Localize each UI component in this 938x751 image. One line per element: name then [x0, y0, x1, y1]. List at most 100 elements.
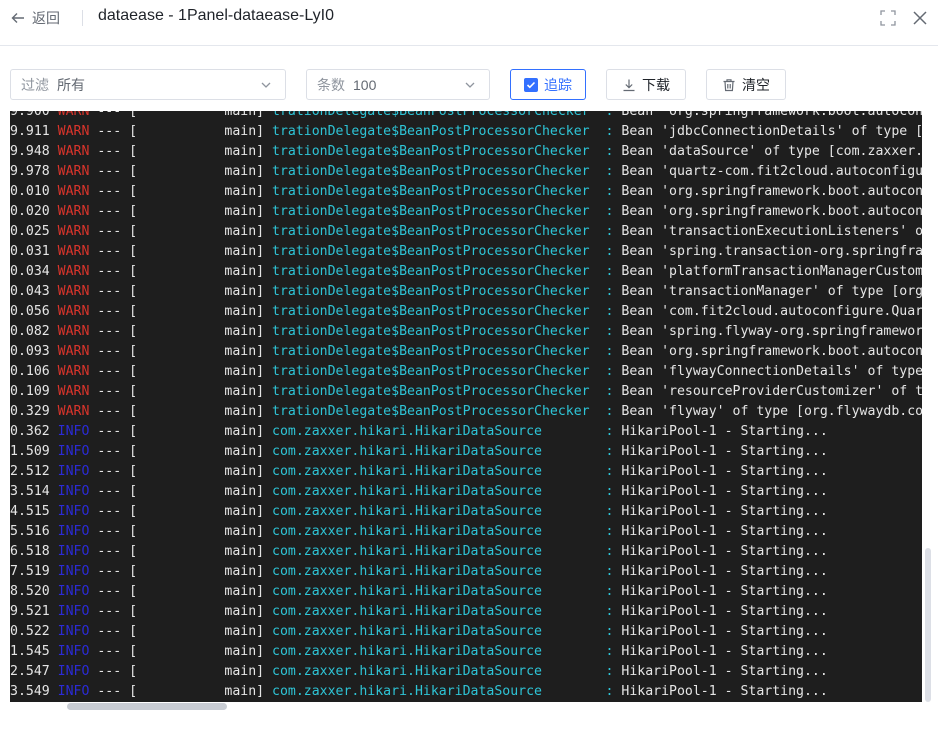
log-level: WARN	[49, 184, 90, 199]
log-thread: main]	[137, 644, 273, 659]
log-message: HikariPool-1 - Starting...	[621, 544, 828, 559]
log-level: INFO	[49, 504, 90, 519]
log-level: INFO	[49, 684, 90, 699]
log-time: 0.043	[10, 284, 50, 299]
log-line: 7.519 INFO --- [ main] com.zaxxer.hikari…	[10, 562, 922, 582]
log-message: Bean 'platformTransactionManagerCustomiz…	[621, 264, 922, 279]
log-line: 0.329 WARN --- [ main] trationDelegate$B…	[10, 402, 922, 422]
log-message: Bean 'transactionExecutionListeners' of …	[621, 224, 922, 239]
log-time: 5.516	[10, 524, 50, 539]
log-separator: --- [	[89, 344, 138, 359]
log-separator: --- [	[89, 424, 138, 439]
log-time: 6.518	[10, 544, 50, 559]
log-viewer[interactable]: 9.900 WARN --- [ main] trationDelegate$B…	[10, 111, 922, 702]
log-time: 4.515	[10, 504, 50, 519]
log-thread: main]	[137, 264, 273, 279]
log-line: 8.520 INFO --- [ main] com.zaxxer.hikari…	[10, 582, 922, 602]
log-message: HikariPool-1 - Starting...	[621, 524, 828, 539]
log-separator: --- [	[89, 124, 138, 139]
log-thread: main]	[137, 304, 273, 319]
chevron-down-icon	[465, 82, 475, 88]
log-logger: com.zaxxer.hikari.HikariDataSource :	[272, 524, 622, 539]
log-thread: main]	[137, 564, 273, 579]
close-icon[interactable]	[911, 9, 929, 27]
fullscreen-icon[interactable]	[880, 10, 896, 26]
log-thread: main]	[137, 444, 273, 459]
log-thread: main]	[137, 384, 273, 399]
log-separator: --- [	[89, 404, 138, 419]
log-line: 0.025 WARN --- [ main] trationDelegate$B…	[10, 222, 922, 242]
log-separator: --- [	[89, 204, 138, 219]
log-logger: com.zaxxer.hikari.HikariDataSource :	[272, 604, 622, 619]
log-level: INFO	[49, 644, 90, 659]
log-message: HikariPool-1 - Starting...	[621, 584, 828, 599]
log-thread: main]	[137, 244, 273, 259]
log-time: 1.509	[10, 444, 50, 459]
log-message: Bean 'spring.transaction-org.springframe…	[621, 244, 922, 259]
log-separator: --- [	[89, 484, 138, 499]
log-level: WARN	[49, 111, 90, 119]
log-logger: com.zaxxer.hikari.HikariDataSource :	[272, 664, 622, 679]
clear-button[interactable]: 清空	[706, 69, 786, 100]
log-level: INFO	[49, 524, 90, 539]
log-line: 0.034 WARN --- [ main] trationDelegate$B…	[10, 262, 922, 282]
log-thread: main]	[137, 324, 273, 339]
filter-value: 所有	[57, 76, 85, 93]
log-logger: com.zaxxer.hikari.HikariDataSource :	[272, 584, 622, 599]
log-logger: com.zaxxer.hikari.HikariDataSource :	[272, 464, 622, 479]
follow-checkbox-button[interactable]: 追踪	[510, 69, 586, 100]
count-prefix-label: 条数	[317, 76, 345, 93]
horizontal-scrollbar[interactable]	[67, 703, 227, 710]
log-message: Bean 'org.springframework.boot.autoconfi…	[621, 344, 922, 359]
log-level: INFO	[49, 664, 90, 679]
log-message: HikariPool-1 - Starting...	[621, 484, 828, 499]
log-separator: --- [	[89, 664, 138, 679]
log-level: WARN	[49, 324, 90, 339]
log-separator: --- [	[89, 684, 138, 699]
log-separator: --- [	[89, 111, 138, 119]
log-separator: --- [	[89, 624, 138, 639]
log-line: 0.109 WARN --- [ main] trationDelegate$B…	[10, 382, 922, 402]
log-logger: com.zaxxer.hikari.HikariDataSource :	[272, 504, 622, 519]
log-separator: --- [	[89, 244, 138, 259]
arrow-left-icon	[11, 13, 24, 23]
log-line: 9.948 WARN --- [ main] trationDelegate$B…	[10, 142, 922, 162]
log-message: Bean 'com.fit2cloud.autoconfigure.Quartz…	[621, 304, 922, 319]
log-logger: com.zaxxer.hikari.HikariDataSource :	[272, 684, 622, 699]
log-time: 8.520	[10, 584, 50, 599]
log-time: 0.020	[10, 204, 50, 219]
log-time: 2.512	[10, 464, 50, 479]
log-message: HikariPool-1 - Starting...	[621, 564, 828, 579]
log-time: 0.106	[10, 364, 50, 379]
log-logger: trationDelegate$BeanPostProcessorChecker…	[272, 124, 622, 139]
log-logger: com.zaxxer.hikari.HikariDataSource :	[272, 544, 622, 559]
log-logger: trationDelegate$BeanPostProcessorChecker…	[272, 224, 622, 239]
download-label: 下载	[642, 76, 670, 93]
log-separator: --- [	[89, 544, 138, 559]
vertical-scrollbar[interactable]	[925, 548, 931, 702]
log-line: 3.514 INFO --- [ main] com.zaxxer.hikari…	[10, 482, 922, 502]
back-button[interactable]: 返回	[10, 8, 60, 28]
log-message: Bean 'flywayConnectionDetails' of type […	[621, 364, 922, 379]
log-level: INFO	[49, 444, 90, 459]
log-time: 0.329	[10, 404, 50, 419]
log-level: WARN	[49, 304, 90, 319]
follow-label: 追踪	[544, 76, 572, 93]
line-count-select[interactable]: 条数 100	[306, 69, 490, 100]
log-line: 0.043 WARN --- [ main] trationDelegate$B…	[10, 282, 922, 302]
log-separator: --- [	[89, 444, 138, 459]
log-message: Bean 'transactionManager' of type [org.s…	[621, 284, 922, 299]
log-message: HikariPool-1 - Starting...	[621, 664, 828, 679]
download-button[interactable]: 下载	[606, 69, 686, 100]
log-separator: --- [	[89, 184, 138, 199]
log-message: Bean 'jdbcConnectionDetails' of type [or…	[621, 124, 922, 139]
log-thread: main]	[137, 144, 273, 159]
log-time: 0.093	[10, 344, 50, 359]
log-line: 3.549 INFO --- [ main] com.zaxxer.hikari…	[10, 682, 922, 702]
log-time: 0.010	[10, 184, 50, 199]
filter-select[interactable]: 过滤 所有	[10, 69, 286, 100]
log-logger: com.zaxxer.hikari.HikariDataSource :	[272, 444, 622, 459]
chevron-down-icon	[261, 82, 271, 88]
log-thread: main]	[137, 184, 273, 199]
log-thread: main]	[137, 624, 273, 639]
